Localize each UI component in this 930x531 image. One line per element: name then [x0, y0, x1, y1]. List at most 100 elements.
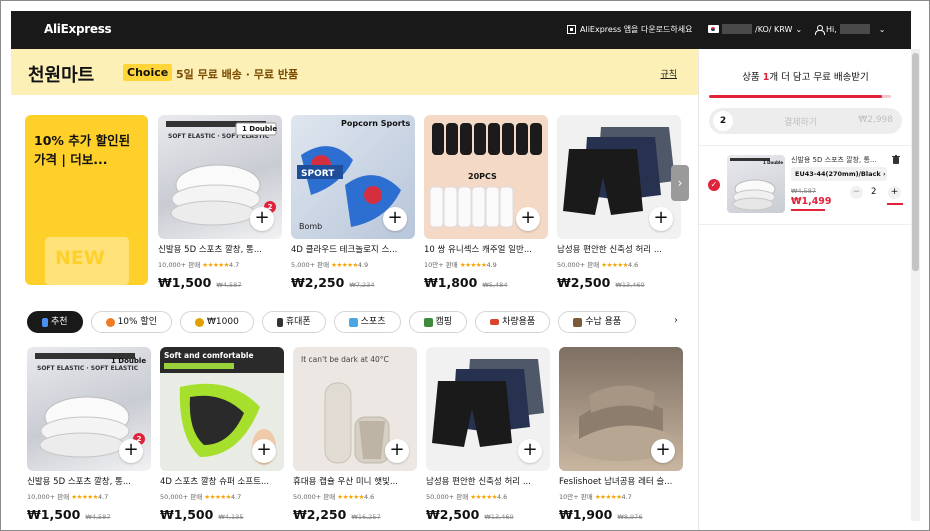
rules-link[interactable]: 규칙 — [660, 67, 677, 80]
price-was: ₩4,587 — [85, 513, 111, 521]
quantity-increase-button[interactable]: + — [888, 186, 901, 199]
product-name[interactable]: 4D 클라우드 테크놀로지 스... — [291, 243, 415, 255]
checkout-button[interactable]: 2 결제하기 ₩2,998 — [709, 108, 902, 134]
chip-storage[interactable]: 수납 용품 — [558, 311, 637, 333]
star-rating-icon: ★★★★★ — [337, 493, 364, 501]
product-name[interactable]: 신발용 5D 스포츠 깔창, 통... — [27, 475, 151, 487]
product-price: ₩2,500 ₩13,460 — [557, 272, 681, 291]
browser-frame: AliExpress AliExpress 앱을 다운로드하세요 /KO/ KR… — [0, 0, 930, 531]
add-to-cart-button[interactable]: + — [649, 207, 673, 231]
add-to-cart-button[interactable]: + — [383, 207, 407, 231]
variant-selector[interactable]: EU43-44(270mm)/Black › — [791, 167, 887, 181]
product-name[interactable]: 남성용 편안한 신축성 허리 ... — [426, 475, 550, 487]
star-rating-icon: ★★★★★ — [459, 261, 487, 269]
chip-label: ₩1000 — [207, 317, 239, 327]
chip-label: 캠핑 — [435, 317, 453, 327]
chip-car[interactable]: 차량용품 — [475, 311, 551, 333]
add-to-cart-button[interactable]: + — [516, 207, 540, 231]
product-price: ₩1,500 ₩4,587 — [158, 272, 282, 291]
korea-flag-icon — [708, 25, 719, 33]
product-name[interactable]: Feslishoet 남녀공용 레터 슬... — [559, 475, 683, 487]
chevron-right-icon[interactable]: › — [674, 315, 678, 326]
add-to-cart-button[interactable]: + — [250, 207, 274, 231]
product-meta: 10,000+ 판매 ★★★★★4.7 — [27, 491, 151, 501]
aliexpress-logo[interactable]: AliExpress — [44, 22, 112, 36]
add-to-cart-button[interactable]: + — [385, 439, 409, 463]
cart-item-price: ₩1,499 — [791, 196, 832, 207]
product-image[interactable]: + — [557, 115, 681, 239]
product-name[interactable]: 4D 스포츠 깔창 슈퍼 소프트... — [160, 475, 284, 487]
download-app-link[interactable]: AliExpress 앱을 다운로드하세요 — [567, 24, 692, 35]
category-banner: 천원마트 Choice 5일 무료 배송 · 무료 반품 규칙 — [11, 49, 698, 95]
chip-label: 추천 — [51, 317, 68, 327]
trash-icon[interactable] — [892, 155, 900, 164]
chip-sports[interactable]: 스포츠 — [333, 311, 401, 333]
product-image[interactable]: + — [559, 347, 683, 471]
checkbox-checked-icon[interactable]: ✓ — [708, 179, 720, 191]
title-prefix: 상품 — [742, 72, 763, 83]
cart-item-image[interactable]: 1 Double — [727, 155, 785, 213]
rating-value: 4.6 — [627, 261, 639, 269]
quantity-value[interactable]: 2 — [871, 187, 876, 197]
chip-recommended[interactable]: 추천 — [27, 311, 83, 333]
product-name[interactable]: 10 쌍 유니섹스 캐주얼 일반... — [424, 243, 548, 255]
page-title: 천원마트 — [28, 65, 95, 86]
product-image[interactable]: SOFT ELASTIC · SOFT ELASTIC 1 Double 2 + — [27, 347, 151, 471]
product-image[interactable]: SOFT ELASTIC · SOFT ELASTIC 1 Double 2 + — [158, 115, 282, 239]
product-card[interactable]: SPORT Bomb Popcorn Sports + 4D 클라우드 테크놀로… — [291, 115, 415, 291]
product-image[interactable]: SPORT Bomb Popcorn Sports + — [291, 115, 415, 239]
chip-label: 휴대폰 — [285, 317, 311, 327]
add-to-cart-button[interactable]: + — [119, 439, 143, 463]
sold-count: 5,000+ 판매 — [291, 261, 330, 269]
promo-card[interactable]: 10% 추가 할인된 가격 | 더보... NEW — [25, 115, 148, 285]
product-card[interactable]: SOFT ELASTIC · SOFT ELASTIC 1 Double 2 +… — [27, 347, 151, 523]
checkout-amount: ₩2,998 — [858, 115, 893, 125]
chip-1000[interactable]: ₩1000 — [180, 311, 254, 333]
product-image[interactable]: + — [426, 347, 550, 471]
product-card[interactable]: Soft and comfortable + 4D 스포츠 깔창 슈퍼 소프트.… — [160, 347, 284, 523]
chip-phone[interactable]: 휴대폰 — [261, 311, 326, 333]
price-now: ₩2,250 — [291, 275, 345, 290]
price-now: ₩1,900 — [559, 507, 613, 522]
user-menu[interactable]: Hi, ⌄ — [815, 24, 885, 35]
banner-subtitle: 5일 무료 배송 · 무료 반품 — [176, 68, 299, 81]
cart-item-name[interactable]: 신발용 5D 스포츠 깔창, 통... — [791, 155, 881, 165]
product-card[interactable]: It can't be dark at 40°C + 휴대용 캡슐 우산 미니 … — [293, 347, 417, 523]
product-image[interactable]: It can't be dark at 40°C + — [293, 347, 417, 471]
main-content: 천원마트 Choice 5일 무료 배송 · 무료 반품 규칙 10% 추가 할… — [11, 49, 698, 530]
product-price: ₩1,900 ₩8,976 — [559, 504, 683, 523]
price-was: ₩16,257 — [351, 513, 381, 521]
star-rating-icon: ★★★★★ — [204, 493, 231, 501]
fire-icon — [105, 317, 115, 327]
chip-camping[interactable]: 캠핑 — [408, 311, 468, 333]
price-was: ₩4,135 — [218, 513, 244, 521]
star-rating-icon: ★★★★★ — [71, 493, 98, 501]
panel-scrollbar[interactable] — [911, 49, 920, 521]
add-to-cart-button[interactable]: + — [252, 439, 276, 463]
product-name[interactable]: 휴대용 캡슐 우산 미니 햇빛... — [293, 475, 417, 487]
chip-discount[interactable]: 10% 할인 — [90, 311, 172, 333]
locale-selector[interactable]: /KO/ KRW ⌄ — [708, 24, 802, 34]
product-card[interactable]: + 남성용 편안한 신축성 허리 ... 50,000+ 판매 ★★★★★4.6… — [426, 347, 550, 523]
product-card[interactable]: 20PCS + 10 쌍 유니섹스 캐주얼 일반... 10만+ 판매 ★★★★… — [424, 115, 548, 291]
product-name[interactable]: 신발용 5D 스포츠 깔창, 통... — [158, 243, 282, 255]
quantity-decrease-button[interactable]: − — [850, 186, 863, 199]
product-name[interactable]: 남성용 편안한 신축성 허리 ... — [557, 243, 681, 255]
product-card[interactable]: SOFT ELASTIC · SOFT ELASTIC 1 Double 2 +… — [158, 115, 282, 291]
price-now: ₩1,500 — [160, 507, 214, 522]
price-was: ₩5,484 — [482, 281, 508, 289]
add-to-cart-button[interactable]: + — [518, 439, 542, 463]
coin-bag-icon — [195, 317, 204, 327]
product-card[interactable]: + 남성용 편안한 신축성 허리 ... 50,000+ 판매 ★★★★★4.6… — [557, 115, 681, 291]
title-suffix: 개 더 담고 무료 배송받기 — [769, 72, 869, 83]
scrollbar-thumb[interactable] — [912, 53, 919, 271]
add-to-cart-button[interactable]: + — [651, 439, 675, 463]
rating-value: 4.7 — [230, 493, 242, 501]
price-underline — [791, 209, 825, 211]
svg-text:SOFT ELASTIC · SOFT ELASTIC: SOFT ELASTIC · SOFT ELASTIC — [37, 365, 139, 372]
product-image[interactable]: 20PCS + — [424, 115, 548, 239]
product-image[interactable]: Soft and comfortable + — [160, 347, 284, 471]
product-card[interactable]: + Feslishoet 남녀공용 레터 슬... 10만+ 판매 ★★★★★4… — [559, 347, 683, 523]
product-meta: 5,000+ 판매 ★★★★★4.9 — [291, 259, 415, 269]
carousel-next-button[interactable]: › — [671, 165, 689, 201]
